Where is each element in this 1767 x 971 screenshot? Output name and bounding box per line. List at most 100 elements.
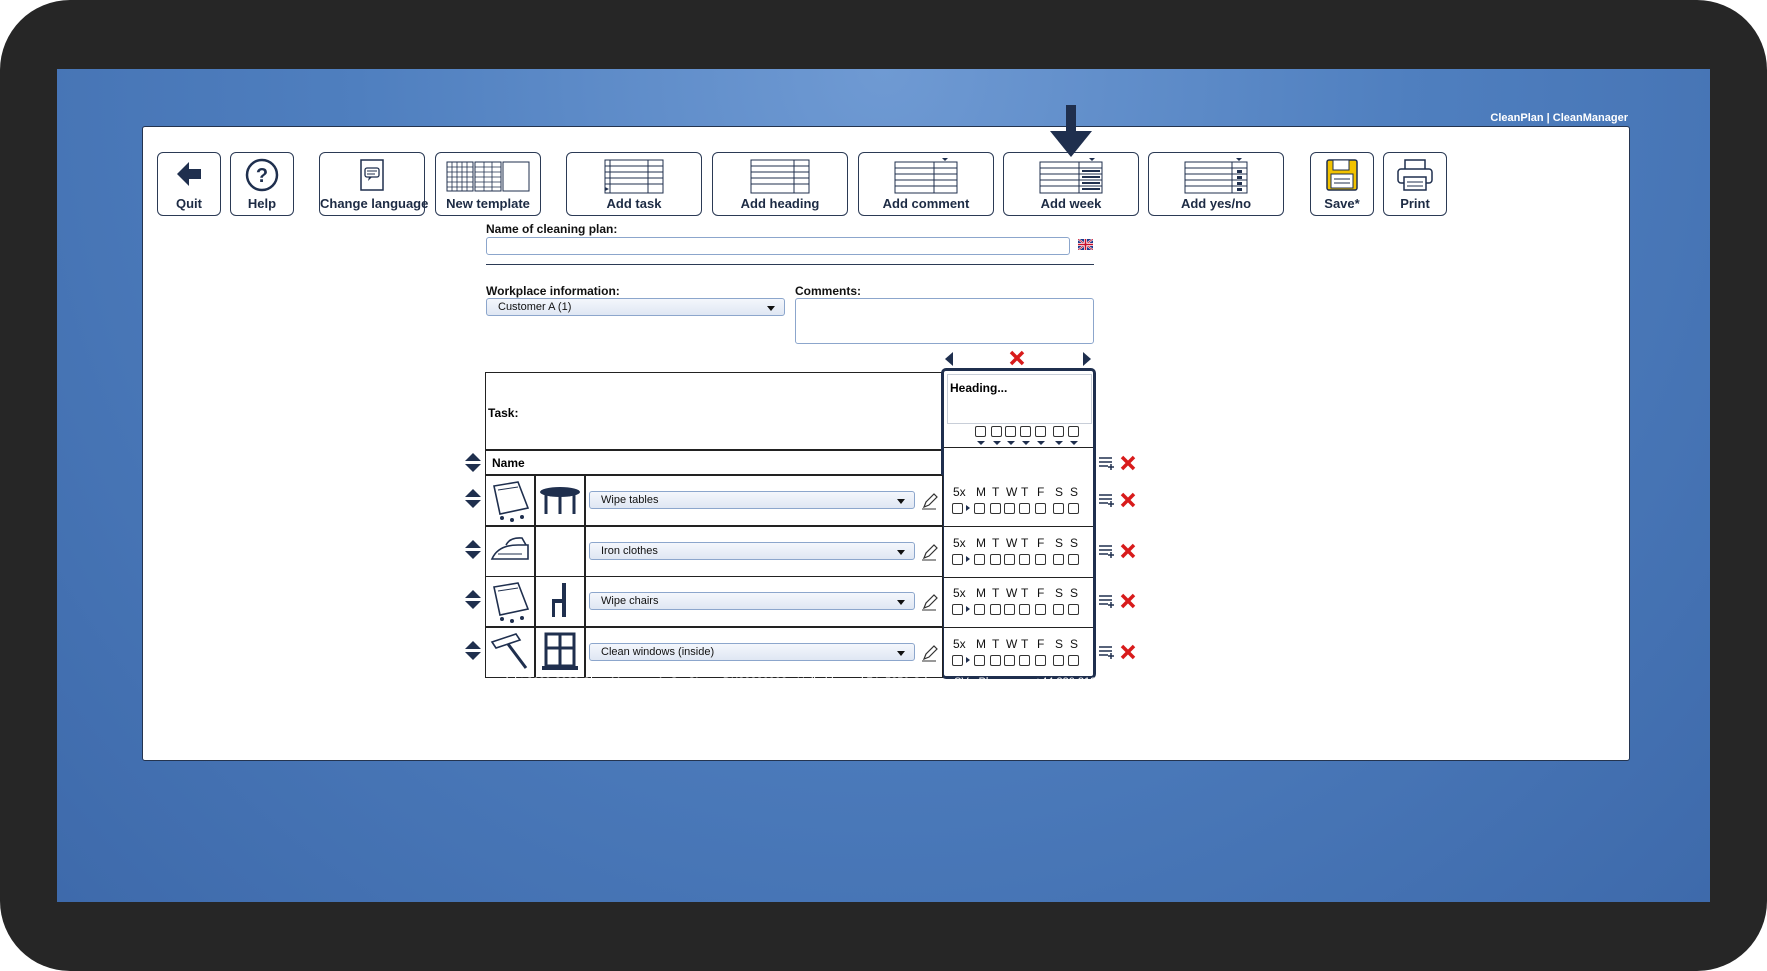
weekday-checkbox[interactable]: [1068, 554, 1079, 565]
weekday-checkbox[interactable]: [990, 554, 1001, 565]
pictogram-cell[interactable]: [485, 475, 535, 526]
help-button[interactable]: ? Help: [230, 152, 294, 216]
move-column-right-icon[interactable]: [1083, 352, 1091, 366]
change-language-button[interactable]: Change language: [319, 152, 428, 216]
weekday-checkbox[interactable]: [1053, 503, 1064, 514]
delete-row-icon[interactable]: [1120, 644, 1136, 660]
delete-column-icon[interactable]: [1009, 350, 1025, 366]
weekday-checkbox[interactable]: [974, 503, 985, 514]
reorder-arrows-icon[interactable]: [464, 452, 482, 474]
weekday-checkbox[interactable]: [990, 604, 1001, 615]
weekday-checkbox[interactable]: [974, 604, 985, 615]
workplace-select[interactable]: Customer A (1): [486, 298, 785, 316]
uk-flag-icon[interactable]: [1078, 239, 1093, 250]
pictogram-cell[interactable]: [535, 526, 585, 577]
comments-textarea[interactable]: [795, 298, 1094, 344]
pencil-icon[interactable]: [921, 644, 939, 662]
week-row-divider: [944, 627, 1093, 628]
weekday-checkbox[interactable]: [1019, 604, 1030, 615]
weekday-checkbox[interactable]: [1068, 503, 1079, 514]
weekday-checkbox[interactable]: [1004, 503, 1015, 514]
heading-day-checkbox[interactable]: [1020, 426, 1031, 437]
add-comment-button[interactable]: Add comment: [858, 152, 994, 216]
reorder-arrows-icon[interactable]: [464, 589, 482, 611]
frequency-checkbox[interactable]: [952, 503, 963, 514]
weekday-checkbox[interactable]: [990, 655, 1001, 666]
weekday-checkbox[interactable]: [1019, 554, 1030, 565]
delete-row-icon[interactable]: [1120, 593, 1136, 609]
task-select[interactable]: Wipe chairs: [589, 592, 915, 610]
weekday-checkbox[interactable]: [1035, 554, 1046, 565]
delete-row-icon[interactable]: [1120, 455, 1136, 471]
save-button[interactable]: Save*: [1310, 152, 1374, 216]
weekday-checkbox[interactable]: [1035, 655, 1046, 666]
pictogram-cell[interactable]: [485, 526, 535, 577]
new-template-label: New template: [446, 196, 530, 211]
weekday-checkbox[interactable]: [1004, 604, 1015, 615]
chevron-down-icon: [897, 550, 905, 555]
cookies-link[interactable]: Cookies on this webpage: [57, 688, 1710, 700]
chevron-down-icon[interactable]: [1007, 441, 1015, 445]
heading-day-checkbox[interactable]: [1035, 426, 1046, 437]
frequency-checkbox[interactable]: [952, 655, 963, 666]
heading-day-checkbox[interactable]: [991, 426, 1002, 437]
quit-button[interactable]: Quit: [157, 152, 221, 216]
heading-day-checkbox[interactable]: [1005, 426, 1016, 437]
pencil-icon[interactable]: [921, 492, 939, 510]
weekday-checkbox[interactable]: [1019, 503, 1030, 514]
weekday-checkbox[interactable]: [974, 655, 985, 666]
row-settings-icon[interactable]: [1098, 543, 1116, 559]
weekday-checkbox[interactable]: [1035, 604, 1046, 615]
weekday-checkbox[interactable]: [1035, 503, 1046, 514]
weekday-checkbox[interactable]: [1004, 554, 1015, 565]
chevron-down-icon[interactable]: [977, 441, 985, 445]
chevron-down-icon[interactable]: [1022, 441, 1030, 445]
weekday-checkbox[interactable]: [1019, 655, 1030, 666]
chevron-down-icon[interactable]: [993, 441, 1001, 445]
heading-day-checkbox[interactable]: [1053, 426, 1064, 437]
weekday-checkbox[interactable]: [1053, 554, 1064, 565]
row-settings-icon[interactable]: [1098, 455, 1116, 471]
task-select[interactable]: Wipe tables: [589, 491, 915, 509]
weekday-checkbox[interactable]: [1068, 604, 1079, 615]
print-button[interactable]: Print: [1383, 152, 1447, 216]
pictogram-cell[interactable]: [485, 576, 535, 627]
weekday-checkbox[interactable]: [1053, 655, 1064, 666]
frequency-checkbox[interactable]: [952, 604, 963, 615]
weekday-checkbox[interactable]: [1068, 655, 1079, 666]
reorder-arrows-icon[interactable]: [464, 539, 482, 561]
weekday-checkbox[interactable]: [1053, 604, 1064, 615]
chevron-down-icon[interactable]: [1055, 441, 1063, 445]
add-week-button[interactable]: Add week: [1003, 152, 1139, 216]
pictogram-cell[interactable]: [535, 627, 585, 678]
pencil-icon[interactable]: [921, 593, 939, 611]
move-column-left-icon[interactable]: [945, 352, 953, 366]
weekday-checkbox[interactable]: [1004, 655, 1015, 666]
chevron-down-icon[interactable]: [1037, 441, 1045, 445]
pictogram-cell[interactable]: [485, 627, 535, 678]
weekday-checkbox[interactable]: [990, 503, 1001, 514]
plan-name-input[interactable]: [486, 237, 1070, 255]
row-settings-icon[interactable]: [1098, 593, 1116, 609]
pictogram-cell[interactable]: [535, 475, 585, 526]
weekday-checkbox[interactable]: [974, 554, 985, 565]
heading-input[interactable]: Heading...: [947, 374, 1092, 424]
pencil-icon[interactable]: [921, 543, 939, 561]
frequency-checkbox[interactable]: [952, 554, 963, 565]
add-yesno-button[interactable]: Add yes/no: [1148, 152, 1284, 216]
reorder-arrows-icon[interactable]: [464, 488, 482, 510]
heading-day-checkbox[interactable]: [1068, 426, 1079, 437]
heading-day-checkbox[interactable]: [975, 426, 986, 437]
new-template-button[interactable]: New template: [435, 152, 541, 216]
task-select[interactable]: Iron clothes: [589, 542, 915, 560]
pictogram-cell[interactable]: [535, 576, 585, 627]
add-task-button[interactable]: Add task: [566, 152, 702, 216]
chevron-down-icon[interactable]: [1070, 441, 1078, 445]
row-settings-icon[interactable]: [1098, 644, 1116, 660]
task-select[interactable]: Clean windows (inside): [589, 643, 915, 661]
add-heading-button[interactable]: Add heading: [712, 152, 848, 216]
delete-row-icon[interactable]: [1120, 543, 1136, 559]
delete-row-icon[interactable]: [1120, 492, 1136, 508]
row-settings-icon[interactable]: [1098, 492, 1116, 508]
reorder-arrows-icon[interactable]: [464, 640, 482, 662]
